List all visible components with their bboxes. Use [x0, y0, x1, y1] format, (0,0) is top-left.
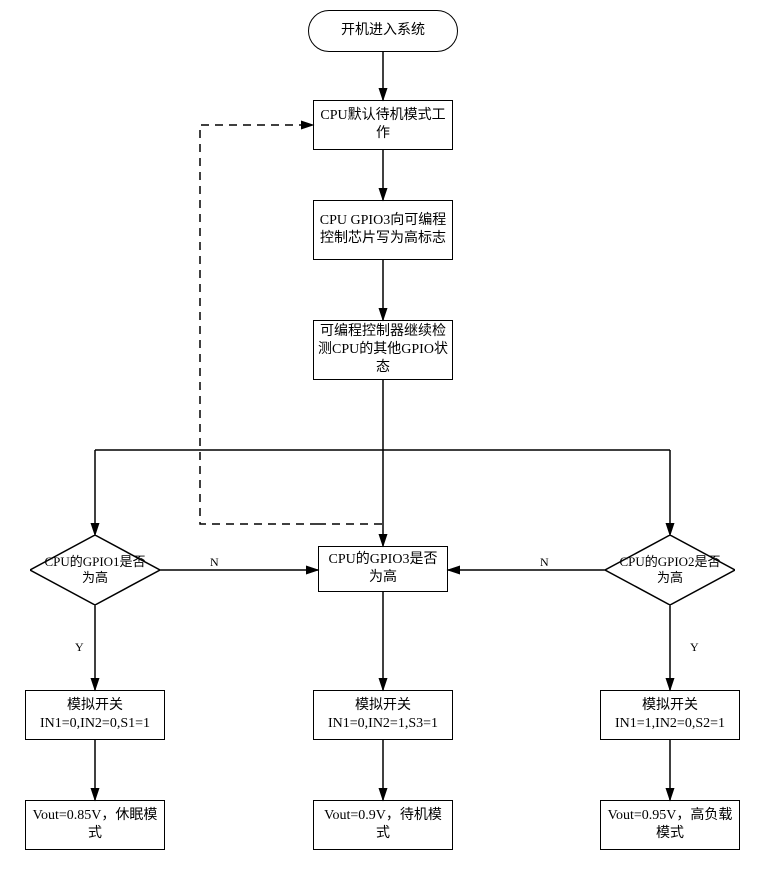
node-writeHigh-label: CPU GPIO3向可编程控制芯片写为高标志 — [318, 212, 448, 248]
node-gpio1-label: CPU的GPIO1是否为高 — [30, 535, 160, 605]
node-gpio3-label: CPU的GPIO3是否为高 — [323, 551, 443, 587]
node-poll-label: 可编程控制器继续检测CPU的其他GPIO状态 — [318, 323, 448, 378]
node-gpio1: CPU的GPIO1是否为高 — [30, 535, 160, 605]
node-start: 开机进入系统 — [308, 10, 458, 52]
node-out2: Vout=0.95V，高负载模式 — [600, 800, 740, 850]
edge-gpio1-Y-label: Y — [75, 640, 84, 655]
node-start-label: 开机进入系统 — [341, 22, 425, 40]
node-writeHigh: CPU GPIO3向可编程控制芯片写为高标志 — [313, 200, 453, 260]
edge-gpio2-N-label: N — [540, 555, 549, 570]
node-poll: 可编程控制器继续检测CPU的其他GPIO状态 — [313, 320, 453, 380]
node-sw2-label: 模拟开关 IN1=1,IN2=0,S2=1 — [615, 697, 725, 733]
node-gpio3: CPU的GPIO3是否为高 — [318, 546, 448, 592]
edge-gpio2-Y-label: Y — [690, 640, 699, 655]
node-out3-label: Vout=0.9V，待机模式 — [318, 807, 448, 843]
node-gpio2-label: CPU的GPIO2是否为高 — [605, 535, 735, 605]
node-out3: Vout=0.9V，待机模式 — [313, 800, 453, 850]
node-out2-label: Vout=0.95V，高负载模式 — [605, 807, 735, 843]
node-sw1-label: 模拟开关 IN1=0,IN2=0,S1=1 — [40, 697, 150, 733]
edge-gpio1-N-label: N — [210, 555, 219, 570]
node-standby-label: CPU默认待机模式工作 — [318, 107, 448, 143]
node-gpio2: CPU的GPIO2是否为高 — [605, 535, 735, 605]
node-sw2: 模拟开关 IN1=1,IN2=0,S2=1 — [600, 690, 740, 740]
node-standby: CPU默认待机模式工作 — [313, 100, 453, 150]
node-sw1: 模拟开关 IN1=0,IN2=0,S1=1 — [25, 690, 165, 740]
node-sw3: 模拟开关 IN1=0,IN2=1,S3=1 — [313, 690, 453, 740]
node-sw3-label: 模拟开关 IN1=0,IN2=1,S3=1 — [328, 697, 438, 733]
node-out1: Vout=0.85V，休眠模式 — [25, 800, 165, 850]
node-out1-label: Vout=0.85V，休眠模式 — [30, 807, 160, 843]
